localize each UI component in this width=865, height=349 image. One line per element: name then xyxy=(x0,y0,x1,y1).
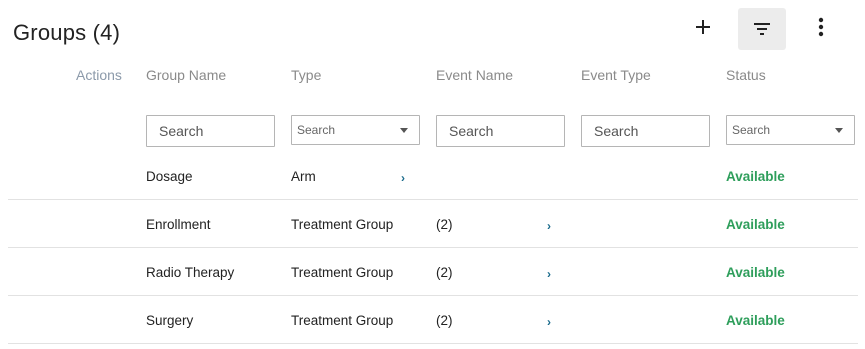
event-type-filter[interactable] xyxy=(581,115,710,147)
plus-icon xyxy=(696,20,710,34)
chevron-right-icon[interactable]: › xyxy=(401,171,405,185)
status-cell: Available xyxy=(726,265,785,280)
type-cell: Treatment Group xyxy=(291,217,394,232)
add-button[interactable] xyxy=(679,6,727,48)
event-name-cell: (2) xyxy=(436,217,453,232)
group-name-cell: Surgery xyxy=(146,313,194,328)
chevron-right-icon[interactable]: › xyxy=(547,219,551,233)
column-header-status[interactable]: Status xyxy=(726,67,766,83)
event-type-search-input[interactable] xyxy=(594,123,697,139)
status-cell: Available xyxy=(726,217,785,232)
column-header-event-name[interactable]: Event Name xyxy=(436,67,513,83)
status-cell: Available xyxy=(726,169,785,184)
more-options-button[interactable] xyxy=(797,6,845,48)
type-cell: Arm xyxy=(291,169,316,184)
event-name-cell: (2) xyxy=(436,313,453,328)
group-name-cell: Enrollment xyxy=(146,217,211,232)
table-row[interactable]: Radio Therapy Treatment Group (2) › Avai… xyxy=(8,248,858,296)
event-name-filter[interactable] xyxy=(436,115,565,147)
type-cell: Treatment Group xyxy=(291,313,394,328)
caret-down-icon xyxy=(400,127,408,133)
chevron-right-icon[interactable]: › xyxy=(547,267,551,281)
status-filter-placeholder: Search xyxy=(732,123,771,137)
type-filter-select[interactable]: Search xyxy=(291,115,420,145)
chevron-right-icon[interactable]: › xyxy=(547,315,551,329)
column-header-group-name[interactable]: Group Name xyxy=(146,67,226,83)
page-title: Groups (4) xyxy=(13,20,121,45)
filter-button[interactable] xyxy=(738,8,786,50)
group-name-cell: Radio Therapy xyxy=(146,265,235,280)
column-header-event-type[interactable]: Event Type xyxy=(581,67,651,83)
group-name-search-input[interactable] xyxy=(159,123,262,139)
event-name-cell: (2) xyxy=(436,265,453,280)
caret-down-icon xyxy=(835,127,843,133)
type-cell: Treatment Group xyxy=(291,265,394,280)
more-vertical-icon xyxy=(818,17,824,37)
type-filter-placeholder: Search xyxy=(297,123,336,137)
event-name-search-input[interactable] xyxy=(449,123,552,139)
status-filter-select[interactable]: Search xyxy=(726,115,855,145)
status-cell: Available xyxy=(726,313,785,328)
group-name-filter[interactable] xyxy=(146,115,275,147)
column-header-actions: Actions xyxy=(76,67,122,83)
table-row[interactable]: Enrollment Treatment Group (2) › Availab… xyxy=(8,200,858,248)
table-row[interactable]: Surgery Treatment Group (2) › Available xyxy=(8,296,858,344)
filter-icon xyxy=(754,23,770,35)
group-name-cell: Dosage xyxy=(146,169,193,184)
table-row[interactable]: Dosage Arm › Available xyxy=(8,152,858,200)
column-header-type[interactable]: Type xyxy=(291,67,321,83)
